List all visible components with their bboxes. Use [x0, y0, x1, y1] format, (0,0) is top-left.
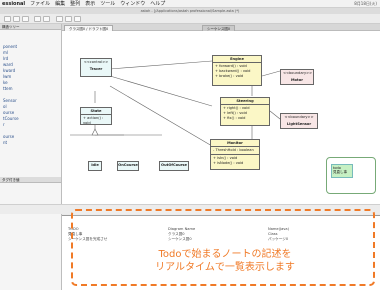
app-name: essional: [2, 0, 26, 7]
class-name: Idle: [91, 163, 99, 167]
callout-box: Todoで始まるノートの記述を リアルタイムで一覧表示します: [71, 209, 375, 286]
class-name: OutOfCourse: [161, 163, 187, 167]
left-panel: 構造ツリー ponent ml lrd ward kward lwm ke tt…: [0, 24, 62, 290]
operation: + brake() : void: [215, 74, 244, 78]
stereotype: <<boundary>>: [284, 115, 314, 119]
menu-edit[interactable]: 編集: [55, 0, 65, 7]
undo-icon[interactable]: [34, 16, 41, 22]
structure-tree-header: 構造ツリー: [0, 24, 61, 30]
class-name: OnCourse: [118, 163, 138, 167]
operation: + fix() : void: [223, 116, 246, 120]
attributes: - ThreshHold : boolean: [211, 146, 259, 154]
structure-tree: ponent ml lrd ward kward lwm ke ttem Sen…: [0, 44, 60, 146]
note-line: 見直し事: [333, 170, 347, 174]
save-icon[interactable]: [22, 16, 29, 22]
class-engine[interactable]: Engine + forward() : void + backward() :…: [212, 55, 262, 86]
tree-item[interactable]: nt: [0, 140, 60, 146]
class-lightsensor[interactable]: <<boundary>> LightSensor: [280, 113, 318, 129]
callout-line: リアルタイムで一覧表示します: [155, 262, 295, 273]
todo-note-highlight: todo 見直し事: [326, 157, 376, 194]
class-name: LightSensor: [286, 122, 312, 126]
class-idle[interactable]: Idle: [88, 161, 102, 171]
operation: + isNode() : void: [213, 161, 244, 165]
callout-line: Todoで始まるノートの記述を: [158, 249, 292, 260]
callout-text: Todoで始まるノートの記述を リアルタイムで一覧表示します: [73, 248, 377, 274]
class-motor[interactable]: <<boundary>> Motor: [280, 69, 314, 85]
paste-icon[interactable]: [74, 16, 81, 22]
redo-icon[interactable]: [43, 16, 50, 22]
stereotype: <<boundary>>: [283, 71, 313, 75]
cut-icon[interactable]: [56, 16, 63, 22]
class-state[interactable]: State + action() : void: [80, 107, 112, 125]
todo-note[interactable]: todo 見直し事: [331, 164, 353, 178]
diagram-tabs: クラス図0 / ドラフト図0 シーケンス図0: [62, 24, 380, 31]
menu-tool[interactable]: ツール: [100, 0, 115, 7]
class-tracer[interactable]: <<control>> Tracer: [80, 58, 112, 77]
operations: + forward() : void + backward() : void +…: [213, 62, 261, 80]
operations: + isIn() : void + isNode() : void: [211, 154, 259, 167]
menu-file[interactable]: ファイル: [30, 0, 50, 7]
main-toolbar: [0, 14, 380, 24]
open-icon[interactable]: [13, 16, 20, 22]
menu-clock: 8月18日(火): [354, 0, 377, 6]
new-icon[interactable]: [4, 16, 11, 22]
class-monitor[interactable]: Monitor - ThreshHold : boolean + isIn() …: [210, 139, 260, 170]
menu-bar: essional ファイル 編集 整列 表示 ツール ウィンドウ ヘルプ 8月1…: [0, 0, 380, 8]
menu-window[interactable]: ウィンドウ: [120, 0, 145, 7]
attribute: - ThreshHold : boolean: [213, 148, 254, 152]
operation: + action() : void: [81, 114, 111, 127]
stereotype: <<control>>: [83, 60, 109, 64]
class-steering[interactable]: Steering + right() : void + left() : voi…: [220, 97, 270, 126]
class-outofcourse[interactable]: OutOfCourse: [159, 161, 189, 171]
class-name: Motor: [290, 78, 303, 82]
class-name: Tracer: [89, 67, 103, 71]
class-oncourse[interactable]: OnCourse: [117, 161, 139, 171]
copy-icon[interactable]: [65, 16, 72, 22]
menu-align[interactable]: 整列: [70, 0, 80, 7]
tagged-values-header: タグ付き値: [0, 177, 61, 183]
menu-help[interactable]: ヘルプ: [150, 0, 165, 7]
operations: + right() : void + left() : void + fix()…: [221, 104, 269, 122]
menu-view[interactable]: 表示: [85, 0, 95, 7]
